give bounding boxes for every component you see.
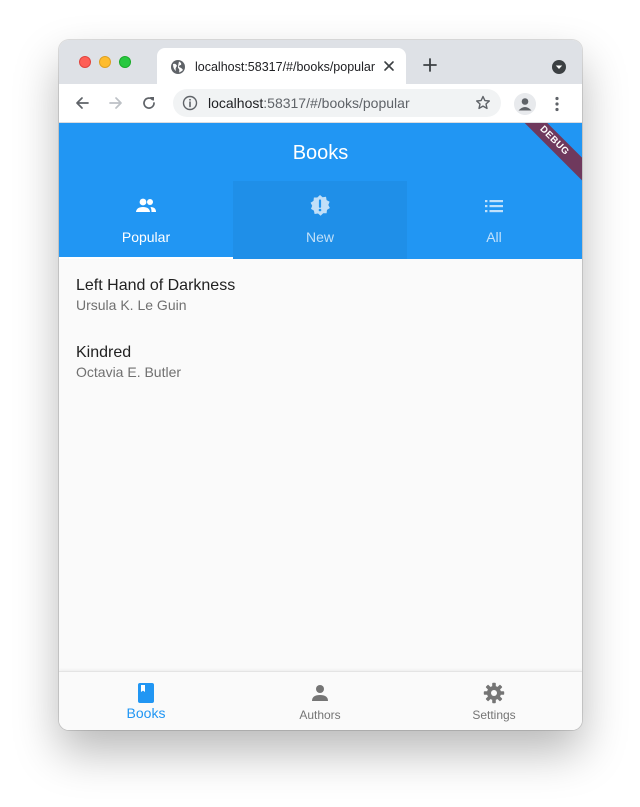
tab-label: Popular	[121, 229, 171, 245]
tab-new[interactable]: New	[233, 181, 407, 259]
tab-all[interactable]: All	[407, 181, 581, 259]
bottom-navigation: Books Authors Settings	[59, 671, 582, 730]
arrow-right-icon[interactable]	[108, 95, 124, 111]
reload-icon[interactable]	[141, 95, 157, 111]
tab-popular[interactable]: Popular	[59, 181, 233, 259]
star-icon[interactable]	[475, 95, 491, 111]
browser-tab[interactable]: localhost:58317/#/books/popular	[157, 48, 406, 84]
list-item[interactable]: Kindred Octavia E. Butler	[59, 326, 582, 393]
more-vert-icon[interactable]	[555, 96, 559, 112]
nav-label: Authors	[299, 708, 341, 722]
browser-window: localhost:58317/#/books/popular localhos…	[59, 40, 582, 730]
plus-icon[interactable]	[423, 58, 437, 72]
nav-label: Settings	[472, 708, 516, 722]
page-title: Books	[292, 142, 349, 164]
nav-authors[interactable]: Authors	[233, 672, 407, 730]
nav-label: Books	[126, 705, 166, 721]
nav-settings[interactable]: Settings	[407, 672, 581, 730]
address-bar[interactable]: localhost:58317/#/books/popular	[173, 89, 501, 117]
minimize-window-button[interactable]	[99, 56, 111, 68]
book-title: Kindred	[76, 344, 132, 361]
window-controls	[79, 56, 131, 68]
close-icon[interactable]	[383, 60, 395, 72]
book-author: Octavia E. Butler	[76, 364, 182, 380]
person-icon	[514, 93, 536, 115]
book-title: Left Hand of Darkness	[76, 277, 236, 294]
url-host: localhost	[208, 95, 264, 111]
flutter-app: Books Popular New All DEBUG Left Hand of…	[59, 123, 582, 730]
book-author: Ursula K. Le Guin	[76, 297, 187, 313]
url-text: localhost:58317/#/books/popular	[208, 95, 410, 111]
new-releases-icon	[310, 195, 330, 216]
zoom-window-button[interactable]	[119, 56, 131, 68]
app-bar: Books Popular New All DEBUG	[59, 123, 582, 259]
list-item[interactable]: Left Hand of Darkness Ursula K. Le Guin	[59, 259, 582, 326]
close-window-button[interactable]	[79, 56, 91, 68]
tab-bar: Popular New All	[59, 181, 582, 259]
chevron-down-icon[interactable]	[552, 60, 566, 74]
book-list: Left Hand of Darkness Ursula K. Le Guin …	[59, 259, 582, 393]
browser-toolbar: localhost:58317/#/books/popular	[59, 84, 582, 123]
person-icon	[312, 685, 328, 701]
book-icon	[138, 683, 154, 703]
url-path: :58317/#/books/popular	[263, 95, 410, 111]
globe-icon	[171, 60, 185, 74]
tab-label: All	[486, 229, 502, 245]
list-icon	[485, 200, 503, 213]
profile-button[interactable]	[514, 93, 536, 115]
arrow-left-icon[interactable]	[74, 95, 90, 111]
tab-title: localhost:58317/#/books/popular	[195, 60, 375, 74]
nav-books[interactable]: Books	[59, 672, 233, 730]
gear-icon	[483, 682, 505, 704]
tab-label: New	[305, 229, 334, 245]
people-icon	[136, 198, 156, 212]
info-icon[interactable]	[182, 95, 198, 111]
tab-strip: localhost:58317/#/books/popular	[59, 40, 582, 84]
